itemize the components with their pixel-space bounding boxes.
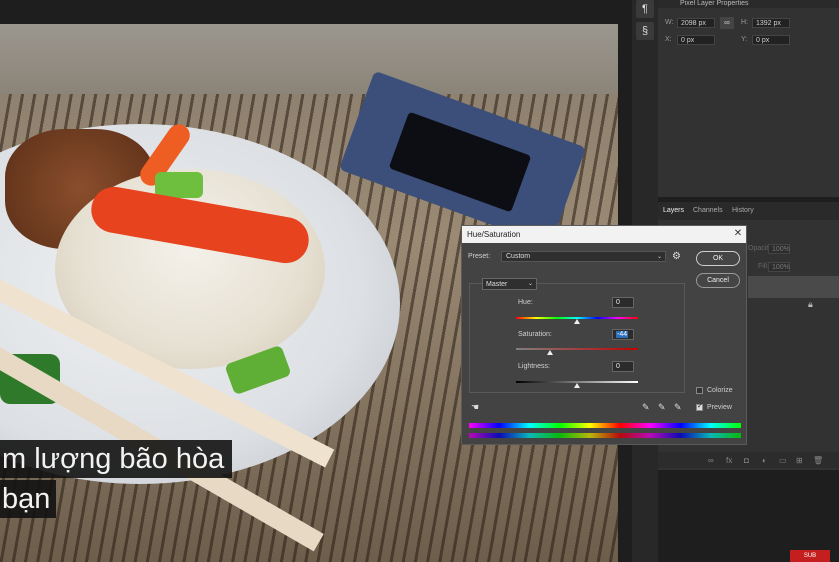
fill-field[interactable]: 100% [768,262,790,272]
opacity-field[interactable]: 100% [768,244,790,254]
hue-slider-handle[interactable] [574,319,580,324]
lightness-slider-handle[interactable] [574,383,580,388]
width-field[interactable]: 2098 px [677,18,715,28]
gear-icon[interactable]: ⚙ [672,251,684,263]
adjustment-layer-icon[interactable]: ◐ [762,456,767,465]
colorize-checkbox[interactable] [696,387,703,394]
hue-saturation-dialog: Hue/Saturation ✕ Preset: Custom ⌄ ⚙ OK C… [461,225,747,445]
properties-title: Pixel Layer Properties [658,0,839,8]
x-label: X: [665,36,672,43]
tab-history[interactable]: History [732,202,754,220]
colorize-label: Colorize [707,387,733,394]
fx-icon[interactable]: fx [726,456,732,465]
saturation-slider-track[interactable] [516,348,638,350]
height-field[interactable]: 1392 px [752,18,790,28]
channel-badge: SUB [790,550,830,562]
saturation-value: -44 [616,331,629,338]
width-label: W: [665,19,674,26]
preset-label: Preset: [468,253,491,260]
layers-tabbar: Layers Channels History [658,202,839,220]
adjust-tool-icon[interactable]: § [636,22,654,40]
hue-label: Hue: [518,299,533,306]
source-color-bar [469,423,741,428]
height-label: H: [741,19,748,26]
adjustment-group [469,283,685,393]
paragraph-icon[interactable]: ¶ [636,0,654,18]
lightness-label: Lightness: [518,363,550,370]
trash-icon[interactable]: 🗑︎ [813,456,823,465]
eyedropper-icon[interactable]: ✎ [642,402,650,413]
eyedropper-minus-icon[interactable]: ✎ [674,402,682,413]
video-subtitle-line: bạn [0,480,57,518]
tab-channels[interactable]: Channels [693,202,723,220]
saturation-slider-handle[interactable] [547,350,554,355]
layers-footer-toolbar: ∞ fx ◘ ◐ ▭ ⊞ 🗑︎ [658,452,839,468]
photo-table-background [0,24,618,94]
properties-panel: Pixel Layer Properties W: 2098 px ∞ H: 1… [658,0,839,197]
ok-button[interactable]: OK [696,251,740,266]
result-color-bar [469,433,741,438]
hue-input[interactable]: 0 [612,297,634,308]
lock-icon: 🔒︎ [808,299,813,309]
eyedropper-plus-icon[interactable]: ✎ [658,402,666,413]
y-label: Y: [741,36,748,43]
close-icon[interactable]: ✕ [732,227,744,241]
preview-checkbox[interactable] [696,402,703,411]
preset-dropdown[interactable]: Custom ⌄ [501,251,666,262]
hand-target-icon[interactable]: ☚ [471,402,479,413]
dialog-title: Hue/Saturation [462,226,746,243]
y-field[interactable]: 0 px [752,35,790,45]
new-layer-icon[interactable]: ⊞ [796,456,803,465]
preset-value: Custom [506,253,531,260]
preview-label: Preview [707,404,732,411]
saturation-label: Saturation: [518,331,552,338]
layer-row[interactable] [748,276,839,298]
saturation-input[interactable]: -44 [612,329,634,340]
group-folder-icon[interactable]: ▭ [779,456,787,465]
x-field[interactable]: 0 px [677,35,715,45]
cancel-button[interactable]: Cancel [696,273,740,288]
tab-layers[interactable]: Layers [663,202,684,220]
chevron-down-icon: ⌄ [656,254,662,260]
channel-dropdown[interactable]: Master ⌄ [482,278,537,290]
link-layers-icon[interactable]: ∞ [708,456,714,465]
mask-icon[interactable]: ◘ [744,456,749,465]
video-subtitle-line: m lượng bão hòa [0,440,233,478]
chevron-down-icon: ⌄ [527,281,533,287]
channel-value: Master [486,281,508,288]
link-icon[interactable]: ∞ [720,17,734,29]
lightness-input[interactable]: 0 [612,361,634,372]
